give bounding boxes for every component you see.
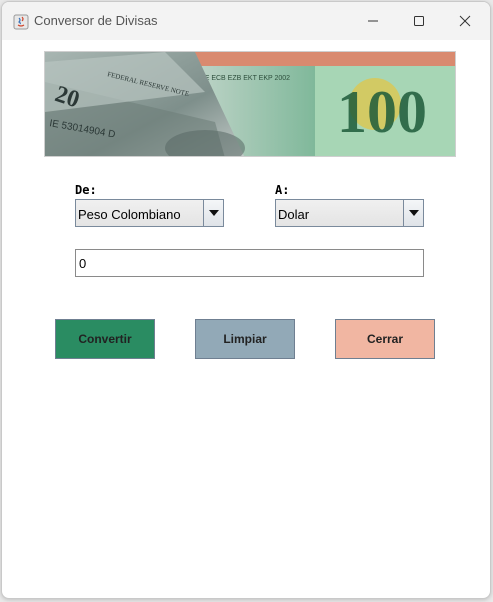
- euro-100-mark: 100: [337, 79, 427, 145]
- to-currency-select[interactable]: Dolar: [275, 199, 424, 227]
- close-button[interactable]: Cerrar: [335, 319, 435, 359]
- java-app-icon: [13, 14, 29, 30]
- convert-button[interactable]: Convertir: [55, 319, 155, 359]
- minimize-button[interactable]: [350, 2, 396, 40]
- from-label: De:: [75, 183, 97, 197]
- euro-note-text: BCE ECB EZB EKT EKP 2002: [195, 75, 290, 82]
- banknotes-banner-image: 100 BCE ECB EZB EKT EKP 2002 20 FEDERAL …: [44, 51, 456, 157]
- chevron-down-icon: [408, 210, 419, 216]
- maximize-icon: [414, 16, 424, 26]
- maximize-button[interactable]: [396, 2, 442, 40]
- title-bar[interactable]: Conversor de Divisas: [2, 2, 490, 40]
- banknotes-illustration: 100 BCE ECB EZB EKT EKP 2002 20 FEDERAL …: [45, 52, 455, 156]
- minimize-icon: [368, 20, 378, 22]
- close-window-button[interactable]: [442, 2, 488, 40]
- from-currency-value: Peso Colombiano: [78, 207, 181, 222]
- from-currency-select[interactable]: Peso Colombiano: [75, 199, 224, 227]
- to-currency-value: Dolar: [278, 207, 310, 222]
- to-label: A:: [275, 183, 290, 197]
- amount-input[interactable]: [75, 249, 424, 277]
- chevron-down-icon: [208, 210, 219, 216]
- clear-button[interactable]: Limpiar: [195, 319, 295, 359]
- window-title: Conversor de Divisas: [34, 13, 158, 28]
- close-icon: [459, 15, 471, 27]
- app-window: Conversor de Divisas 100 BCE ECB EZB EKT…: [1, 1, 491, 599]
- to-dropdown-button[interactable]: [403, 200, 423, 226]
- from-dropdown-button[interactable]: [203, 200, 223, 226]
